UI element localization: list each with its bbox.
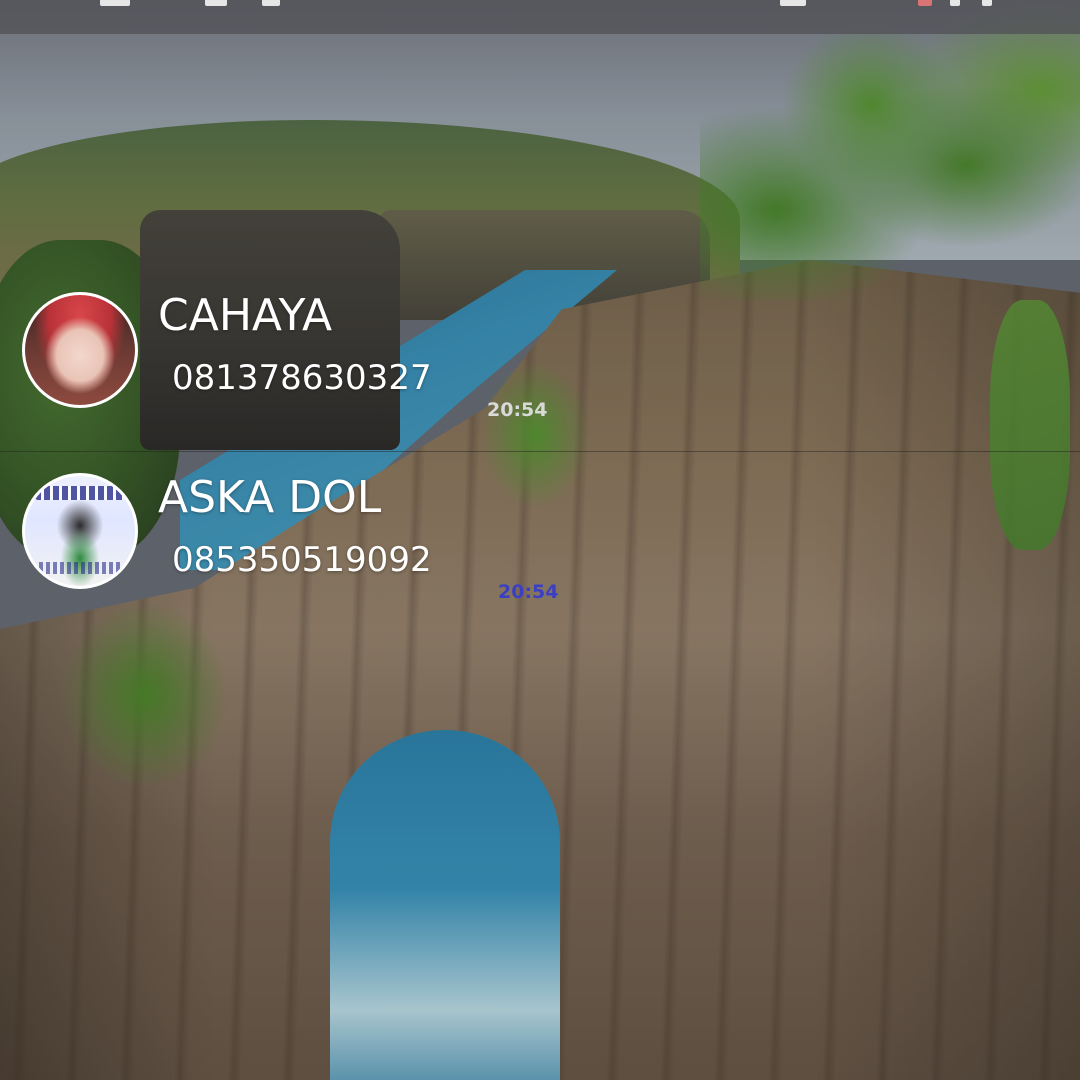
signal-icon	[780, 0, 806, 6]
status-icon	[205, 0, 227, 6]
status-icon	[950, 0, 960, 6]
avatar-caption	[39, 562, 123, 574]
contact-number: 085350519092	[172, 540, 432, 580]
status-bar	[0, 0, 1080, 34]
avatar[interactable]	[22, 292, 138, 408]
row-divider	[0, 451, 1080, 452]
status-icon	[100, 0, 130, 6]
battery-icon	[918, 0, 932, 6]
status-icon	[982, 0, 992, 6]
contact-name: ASKA DOL	[158, 472, 382, 523]
call-log-screen: CAHAYA 081378630327 20:54 ASKA DOL 08535…	[0, 0, 1080, 1080]
call-time: 20:54	[498, 581, 559, 603]
contact-row[interactable]: ASKA DOL 085350519092 20:54	[0, 462, 1080, 632]
contact-name: CAHAYA	[158, 290, 333, 341]
avatar[interactable]	[22, 473, 138, 589]
avatar-banner	[35, 486, 125, 500]
call-time: 20:54	[487, 399, 548, 421]
contact-number: 081378630327	[172, 358, 432, 398]
status-icon	[262, 0, 280, 6]
contact-row[interactable]: CAHAYA 081378630327 20:54	[0, 280, 1080, 450]
